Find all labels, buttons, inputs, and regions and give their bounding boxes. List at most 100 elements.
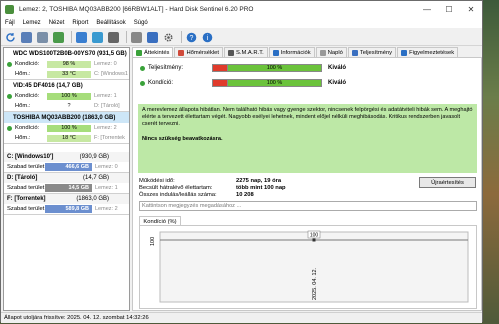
chart-icon xyxy=(351,49,358,56)
volume-disk: Lemez: 1 xyxy=(95,185,118,191)
temp-label: Hőm.: xyxy=(15,103,31,109)
health-bar: 100 % xyxy=(47,92,91,100)
volume-disk: Lemez: 0 xyxy=(95,164,118,170)
health-label: Kondíció: xyxy=(15,93,40,99)
tab-smart[interactable]: S.M.A.R.T. xyxy=(224,47,268,57)
disk-item-0[interactable]: WDC WDS100T2B0B-00YS70 (931,5 GB) Kondíc… xyxy=(4,48,129,80)
tab-label: Hőmérséklet xyxy=(186,49,220,56)
info-icon[interactable]: i xyxy=(201,31,214,44)
app-logo-icon xyxy=(5,5,14,14)
health-status: Kiváló xyxy=(328,80,347,86)
disk-name: WDC WDS100T2B0B-00YS70 xyxy=(13,50,96,57)
tab-overview[interactable]: Áttekintés xyxy=(132,47,174,57)
toolbar-separator xyxy=(181,31,182,43)
volume-disk: Lemez: 2 xyxy=(95,206,118,212)
data-label: 100 xyxy=(310,233,319,239)
disk-icon[interactable] xyxy=(107,31,120,44)
app-window: Lemez: 2, TOSHIBA MQ03ABB200 [66RBW1ALT]… xyxy=(0,0,483,323)
send-icon[interactable] xyxy=(91,31,104,44)
volume-item-c[interactable]: C: [Windows10'] (930,9 GB) Szabad terület… xyxy=(4,152,129,173)
disk-refresh-icon[interactable] xyxy=(20,31,33,44)
svg-text:?: ? xyxy=(190,35,194,42)
list-icon[interactable] xyxy=(36,31,49,44)
disk-size: (14,7 GB) xyxy=(56,82,83,89)
details-panel: Áttekintés Hőmérséklet S.M.A.R.T. Inform… xyxy=(132,47,482,311)
performance-row: Teljesítmény: 100 % Kiváló xyxy=(140,64,346,72)
minimize-button[interactable]: — xyxy=(416,1,438,18)
health-bar: 100 % xyxy=(47,124,91,132)
chart-icon[interactable] xyxy=(146,31,159,44)
tab-label: Napló xyxy=(327,49,343,56)
toolbar-separator xyxy=(126,31,127,43)
health-label: Kondíció: xyxy=(15,61,40,67)
menu-help[interactable]: Súgó xyxy=(134,20,148,26)
tab-temperature[interactable]: Hőmérséklet xyxy=(174,47,224,57)
health-bar: 100 % xyxy=(227,79,322,87)
health-row: Kondíció: 100 % Kiváló xyxy=(140,79,346,87)
disk-index: Lemez: 2 xyxy=(94,125,117,131)
menu-disk[interactable]: Lemez xyxy=(23,20,41,26)
maximize-button[interactable]: ☐ xyxy=(438,1,460,18)
status-bar: Állapot utoljára frissítve: 2025. 04. 12… xyxy=(1,312,482,323)
disk-volume: D: [Tároló] xyxy=(94,103,120,109)
comment-input[interactable]: Kattintson megjegyzés megadásához ... xyxy=(139,201,477,211)
volume-item-d[interactable]: D: [Tároló] (14,7 GB) Szabad terület 14,5 … xyxy=(4,173,129,194)
free-space-bar: 14,5 GB xyxy=(45,184,92,192)
health-label: Kondíció: xyxy=(148,80,174,86)
toolbar-separator xyxy=(71,31,72,43)
status-message: A merevlemez állapota hibátlan. Nem talá… xyxy=(142,107,473,127)
disk-size: (931,5 GB) xyxy=(97,50,127,57)
tab-bar: Áttekintés Hőmérséklet S.M.A.R.T. Inform… xyxy=(132,47,482,57)
health-chart: 100 100 2025. 04. 12. xyxy=(139,225,477,309)
disk-item-2[interactable]: TOSHIBA MQ03ABB200 (1863,0 GB) Kondíció:… xyxy=(4,112,129,144)
disk-name: VID:45 DF4016 xyxy=(13,82,55,89)
temp-bar: ? xyxy=(47,102,91,110)
free-space-bar: 589,8 GB xyxy=(45,205,92,213)
stats-block: Működési idő: 2275 nap, 19 óra Becsült há… xyxy=(139,178,286,199)
lifetime-value: több mint 100 nap xyxy=(236,185,286,191)
health-bar: 98 % xyxy=(47,60,91,68)
tools-icon[interactable] xyxy=(52,31,65,44)
volume-item-f[interactable]: F: [Torrentek] (1863,0 GB) Szabad terület… xyxy=(4,194,129,215)
title-bar: Lemez: 2, TOSHIBA MQ03ABB200 [66RBW1ALT]… xyxy=(1,1,482,18)
tab-alerts[interactable]: Figyelmeztetések xyxy=(397,47,459,57)
temp-label: Hőm.: xyxy=(15,71,31,77)
help-icon[interactable]: ? xyxy=(185,31,198,44)
y-tick-label: 100 xyxy=(150,237,156,246)
disk-item-1[interactable]: VID:45 DF4016 (14,7 GB) Kondíció: 100 % Le… xyxy=(4,80,129,112)
status-message-box: A merevlemez állapota hibátlan. Nem talá… xyxy=(138,104,477,173)
uptime-label: Működési idő: xyxy=(139,178,175,184)
gauge-icon[interactable] xyxy=(130,31,143,44)
tab-performance[interactable]: Teljesítmény xyxy=(347,47,397,57)
uptime-value: 2275 nap, 19 óra xyxy=(236,178,282,184)
menu-report[interactable]: Riport xyxy=(72,20,88,26)
menu-settings[interactable]: Beállítások xyxy=(96,20,125,26)
disk-volume: C: [Windows1 xyxy=(94,71,128,77)
gear-icon xyxy=(228,49,235,56)
refresh-icon[interactable] xyxy=(4,31,17,44)
report-icon[interactable] xyxy=(75,31,88,44)
menu-bar: Fájl Lemez Nézet Riport Beállítások Súgó xyxy=(1,18,482,28)
status-dot-icon xyxy=(7,93,12,99)
tab-label: Teljesítmény xyxy=(359,49,393,56)
red-bar-segment xyxy=(212,64,227,72)
renotify-button[interactable]: Újraértesítés xyxy=(419,177,476,188)
toolbar: ? i xyxy=(1,29,482,46)
free-label: Szabad terület xyxy=(7,185,45,191)
status-dot-icon xyxy=(140,80,145,86)
alert-icon xyxy=(401,49,408,56)
menu-file[interactable]: Fájl xyxy=(5,20,15,26)
info-icon xyxy=(272,49,279,56)
red-bar-segment xyxy=(212,79,227,87)
close-button[interactable]: ✕ xyxy=(460,1,482,18)
menu-view[interactable]: Nézet xyxy=(49,20,65,26)
tab-log[interactable]: Napló xyxy=(315,47,347,57)
gear-icon[interactable] xyxy=(162,31,175,44)
window-title: Lemez: 2, TOSHIBA MQ03ABB200 [66RBW1ALT]… xyxy=(19,6,254,13)
disk-index: Lemez: 1 xyxy=(94,93,117,99)
tab-information[interactable]: Információk xyxy=(268,47,315,57)
startstop-label: Összes indulás/leállás száma: xyxy=(139,192,217,198)
check-icon xyxy=(136,49,142,56)
disk-volume: F: [Torrentek xyxy=(94,135,125,141)
disk-name: TOSHIBA MQ03ABB200 xyxy=(13,114,81,121)
